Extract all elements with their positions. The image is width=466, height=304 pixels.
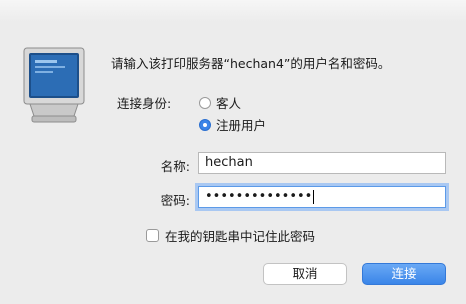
name-field-value: hechan bbox=[205, 155, 253, 170]
remember-password-label: 在我的钥匙串中记住此密码 bbox=[165, 229, 316, 244]
radio-registered-user[interactable]: 注册用户 bbox=[199, 115, 266, 134]
radio-guest-label: 客人 bbox=[216, 96, 242, 111]
title-bar bbox=[0, 0, 466, 22]
prompt-message: 请输入该打印服务器“hechan4”的用户名和密码。 bbox=[111, 56, 391, 71]
connect-as-label: 连接身份: bbox=[117, 96, 172, 111]
radio-guest-button[interactable] bbox=[199, 96, 211, 109]
radio-registered-user-button[interactable] bbox=[199, 118, 211, 131]
checkbox-box[interactable] bbox=[146, 229, 159, 242]
name-field[interactable]: hechan bbox=[198, 152, 446, 174]
cancel-button[interactable]: 取消 bbox=[263, 263, 347, 285]
text-caret bbox=[313, 189, 315, 204]
radio-registered-user-label: 注册用户 bbox=[216, 118, 267, 133]
password-label: 密码: bbox=[160, 193, 190, 208]
monitor-icon bbox=[22, 46, 86, 124]
remember-password-checkbox[interactable]: 在我的钥匙串中记住此密码 bbox=[146, 226, 315, 245]
radio-guest[interactable]: 客人 bbox=[199, 93, 241, 112]
password-field-value: •••••••••••••• bbox=[205, 189, 313, 204]
password-field[interactable]: •••••••••••••• bbox=[198, 186, 446, 208]
name-label: 名称: bbox=[160, 159, 190, 174]
connect-button[interactable]: 连接 bbox=[362, 263, 446, 285]
